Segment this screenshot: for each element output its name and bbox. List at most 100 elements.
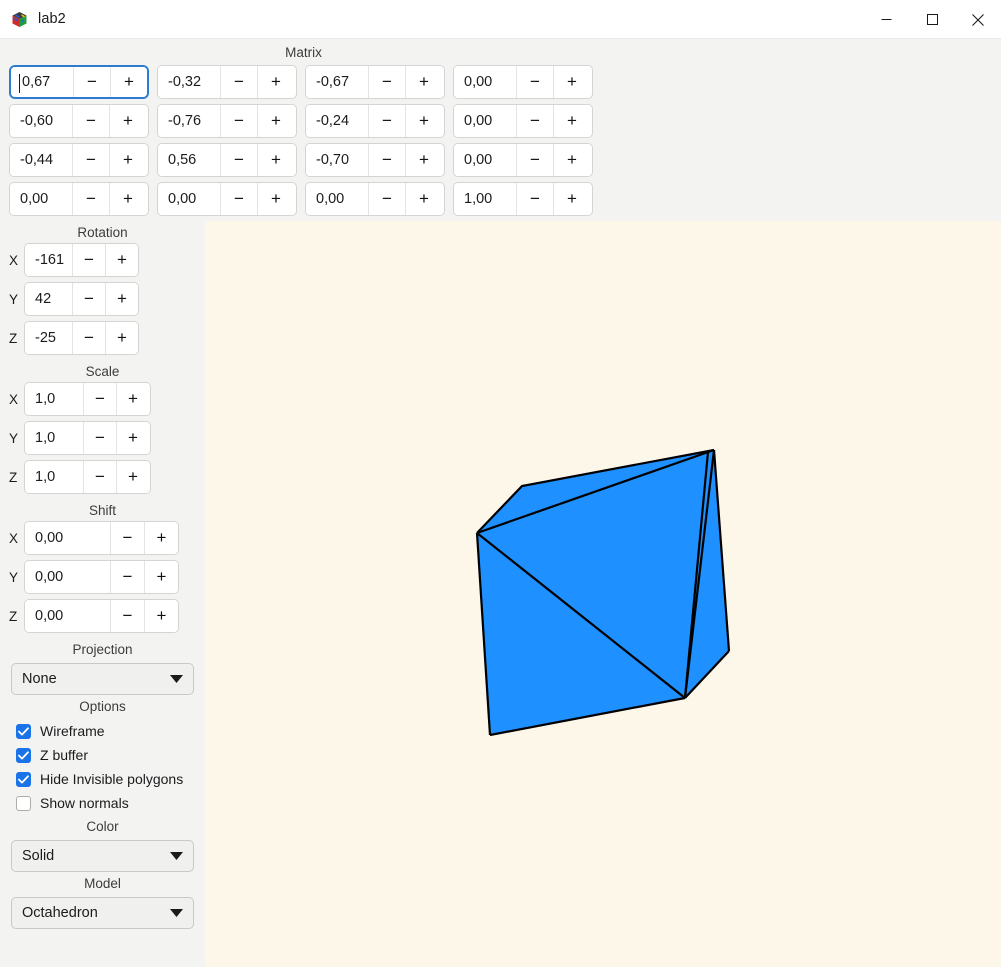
matrix-value-r1c2[interactable]: -0,24 <box>306 105 368 137</box>
matrix-spinbox-r0c2[interactable]: -0,67 − + <box>305 65 445 99</box>
matrix-value-r3c1[interactable]: 0,00 <box>158 183 220 215</box>
rotation-decrement-y[interactable]: − <box>72 283 105 315</box>
scale-value-x[interactable]: 1,0 <box>25 383 83 415</box>
matrix-increment-r1c1[interactable]: + <box>257 105 294 137</box>
checkbox-hide-invisible-polygons[interactable] <box>16 771 31 787</box>
rotation-spinbox-x[interactable]: -161 − + <box>24 243 139 277</box>
rotation-decrement-z[interactable]: − <box>72 322 105 354</box>
shift-increment-y[interactable]: + <box>144 561 178 593</box>
matrix-increment-r1c3[interactable]: + <box>553 105 590 137</box>
matrix-increment-r0c2[interactable]: + <box>405 66 442 98</box>
matrix-spinbox-r2c2[interactable]: -0,70 − + <box>305 143 445 177</box>
scale-spinbox-x[interactable]: 1,0 − + <box>24 382 151 416</box>
checkbox-z-buffer[interactable] <box>16 747 31 763</box>
matrix-value-r0c1[interactable]: -0,32 <box>158 66 220 98</box>
matrix-increment-r1c0[interactable]: + <box>109 105 146 137</box>
scale-value-y[interactable]: 1,0 <box>25 422 83 454</box>
matrix-decrement-r2c3[interactable]: − <box>516 144 553 176</box>
matrix-spinbox-r2c3[interactable]: 0,00 − + <box>453 143 593 177</box>
matrix-decrement-r2c0[interactable]: − <box>72 144 109 176</box>
matrix-spinbox-r1c0[interactable]: -0,60 − + <box>9 104 149 138</box>
model-dropdown[interactable]: Octahedron <box>11 897 194 929</box>
shift-value-x[interactable]: 0,00 <box>25 522 110 554</box>
rotation-increment-x[interactable]: + <box>105 244 138 276</box>
matrix-decrement-r3c2[interactable]: − <box>368 183 405 215</box>
matrix-spinbox-r0c3[interactable]: 0,00 − + <box>453 65 593 99</box>
matrix-value-r1c0[interactable]: -0,60 <box>10 105 72 137</box>
checkbox-show-normals[interactable] <box>16 795 31 811</box>
matrix-increment-r3c3[interactable]: + <box>553 183 590 215</box>
scale-decrement-z[interactable]: − <box>83 461 116 493</box>
option-show-normals[interactable]: Show normals <box>16 791 205 815</box>
matrix-spinbox-r2c0[interactable]: -0,44 − + <box>9 143 149 177</box>
matrix-decrement-r1c1[interactable]: − <box>220 105 257 137</box>
rotation-value-y[interactable]: 42 <box>25 283 72 315</box>
matrix-decrement-r0c1[interactable]: − <box>220 66 257 98</box>
matrix-value-r1c3[interactable]: 0,00 <box>454 105 516 137</box>
shift-increment-z[interactable]: + <box>144 600 178 632</box>
matrix-value-r3c0[interactable]: 0,00 <box>10 183 72 215</box>
option-z-buffer[interactable]: Z buffer <box>16 743 205 767</box>
matrix-spinbox-r3c0[interactable]: 0,00 − + <box>9 182 149 216</box>
matrix-value-r3c2[interactable]: 0,00 <box>306 183 368 215</box>
matrix-spinbox-r1c3[interactable]: 0,00 − + <box>453 104 593 138</box>
shift-value-z[interactable]: 0,00 <box>25 600 110 632</box>
rotation-spinbox-z[interactable]: -25 − + <box>24 321 139 355</box>
scale-increment-z[interactable]: + <box>116 461 149 493</box>
matrix-spinbox-r3c2[interactable]: 0,00 − + <box>305 182 445 216</box>
matrix-value-r0c2[interactable]: -0,67 <box>306 66 368 98</box>
shift-spinbox-x[interactable]: 0,00 − + <box>24 521 179 555</box>
shift-value-y[interactable]: 0,00 <box>25 561 110 593</box>
matrix-decrement-r0c3[interactable]: − <box>516 66 553 98</box>
shift-increment-x[interactable]: + <box>144 522 178 554</box>
scale-increment-x[interactable]: + <box>116 383 149 415</box>
matrix-spinbox-r1c2[interactable]: -0,24 − + <box>305 104 445 138</box>
rotation-increment-z[interactable]: + <box>105 322 138 354</box>
matrix-decrement-r3c0[interactable]: − <box>72 183 109 215</box>
matrix-spinbox-r3c3[interactable]: 1,00 − + <box>453 182 593 216</box>
matrix-increment-r0c1[interactable]: + <box>257 66 294 98</box>
matrix-spinbox-r0c1[interactable]: -0,32 − + <box>157 65 297 99</box>
matrix-increment-r2c1[interactable]: + <box>257 144 294 176</box>
matrix-increment-r0c3[interactable]: + <box>553 66 590 98</box>
minimize-button[interactable] <box>863 0 909 39</box>
shift-decrement-z[interactable]: − <box>110 600 144 632</box>
shift-decrement-x[interactable]: − <box>110 522 144 554</box>
shift-decrement-y[interactable]: − <box>110 561 144 593</box>
rotation-increment-y[interactable]: + <box>105 283 138 315</box>
rotation-value-x[interactable]: -161 <box>25 244 72 276</box>
matrix-increment-r1c2[interactable]: + <box>405 105 442 137</box>
matrix-decrement-r0c2[interactable]: − <box>368 66 405 98</box>
matrix-decrement-r1c2[interactable]: − <box>368 105 405 137</box>
projection-dropdown[interactable]: None <box>11 663 194 695</box>
matrix-value-r2c2[interactable]: -0,70 <box>306 144 368 176</box>
matrix-value-r2c3[interactable]: 0,00 <box>454 144 516 176</box>
matrix-decrement-r2c1[interactable]: − <box>220 144 257 176</box>
option-wireframe[interactable]: Wireframe <box>16 719 205 743</box>
scale-increment-y[interactable]: + <box>116 422 149 454</box>
render-viewport[interactable] <box>205 221 1001 967</box>
shift-spinbox-z[interactable]: 0,00 − + <box>24 599 179 633</box>
matrix-decrement-r3c1[interactable]: − <box>220 183 257 215</box>
matrix-increment-r3c0[interactable]: + <box>109 183 146 215</box>
shift-spinbox-y[interactable]: 0,00 − + <box>24 560 179 594</box>
matrix-spinbox-r3c1[interactable]: 0,00 − + <box>157 182 297 216</box>
matrix-decrement-r1c3[interactable]: − <box>516 105 553 137</box>
rotation-spinbox-y[interactable]: 42 − + <box>24 282 139 316</box>
matrix-increment-r2c3[interactable]: + <box>553 144 590 176</box>
matrix-decrement-r2c2[interactable]: − <box>368 144 405 176</box>
scale-decrement-y[interactable]: − <box>83 422 116 454</box>
matrix-value-r2c1[interactable]: 0,56 <box>158 144 220 176</box>
maximize-button[interactable] <box>909 0 955 39</box>
matrix-increment-r3c2[interactable]: + <box>405 183 442 215</box>
matrix-increment-r0c0[interactable]: + <box>110 67 147 97</box>
matrix-decrement-r1c0[interactable]: − <box>72 105 109 137</box>
scale-value-z[interactable]: 1,0 <box>25 461 83 493</box>
matrix-spinbox-r1c1[interactable]: -0,76 − + <box>157 104 297 138</box>
matrix-increment-r3c1[interactable]: + <box>257 183 294 215</box>
matrix-value-r3c3[interactable]: 1,00 <box>454 183 516 215</box>
matrix-value-r0c0[interactable]: 0,67 <box>11 67 73 97</box>
matrix-increment-r2c0[interactable]: + <box>109 144 146 176</box>
scale-spinbox-y[interactable]: 1,0 − + <box>24 421 151 455</box>
matrix-decrement-r0c0[interactable]: − <box>73 67 110 97</box>
